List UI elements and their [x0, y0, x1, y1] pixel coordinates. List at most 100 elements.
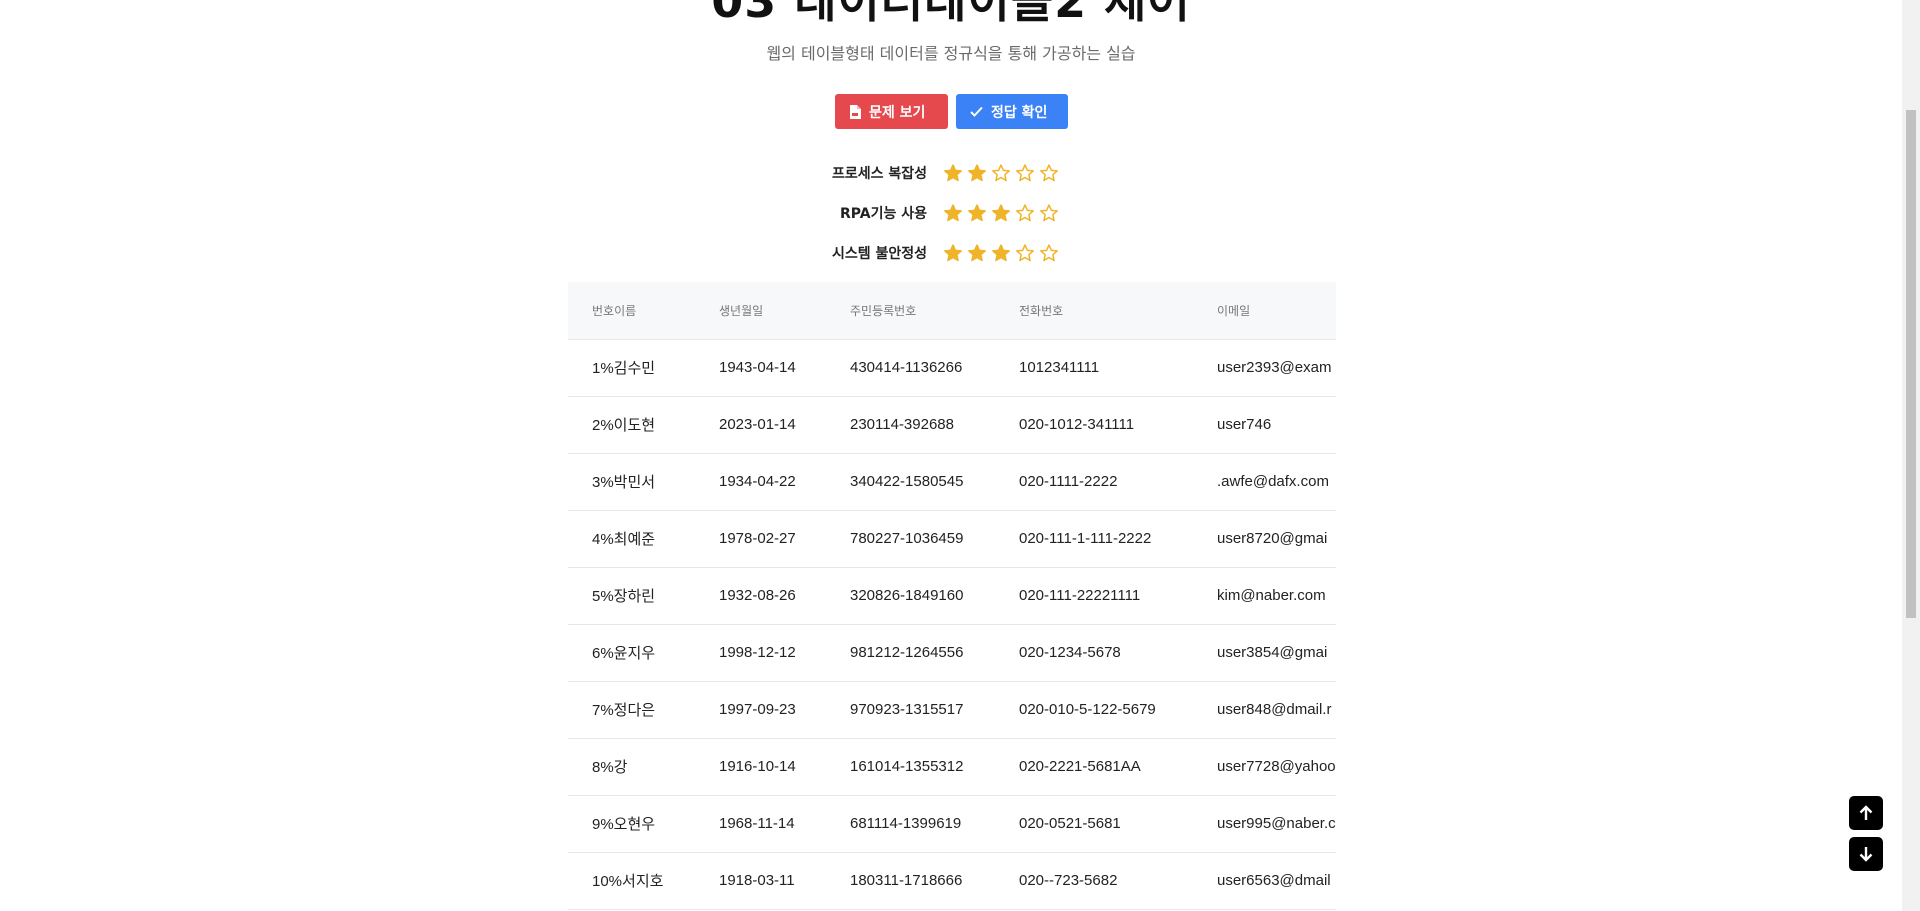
star-filled-icon [968, 204, 986, 222]
table-row: 10%서지호 1918-03-11 180311-1718666 020--723-5… [568, 852, 1336, 910]
table-cell: 1918-03-11 [695, 852, 826, 910]
table-cell: 1%김수민 [568, 339, 695, 397]
star-filled-icon [992, 244, 1010, 262]
table-cell: 180311-1718666 [826, 852, 995, 910]
star-filled-icon [944, 244, 962, 262]
table-row: 9%오현우 1968-11-14 681114-1399619 020-0521-56… [568, 795, 1336, 853]
table-cell: 8%강 [568, 738, 695, 796]
table-cell: 1943-04-14 [695, 339, 826, 397]
file-pdf-icon [850, 104, 861, 119]
table-cell: 161014-1355312 [826, 738, 995, 796]
table-cell: 7%정다은 [568, 681, 695, 739]
table-row: 6%윤지우 1998-12-12 981212-1264556 020-1234-56… [568, 624, 1336, 682]
star-rating [943, 243, 1059, 263]
star-rating [943, 163, 1059, 183]
problem-button-label: 문제 보기 [869, 104, 926, 121]
table-cell: 3%박민서 [568, 453, 695, 511]
star-empty-icon [1016, 204, 1034, 222]
table-cell: 1997-09-23 [695, 681, 826, 739]
rating-row: 시스템 불안정성 [780, 233, 1080, 273]
column-header: 생년월일 [695, 282, 826, 340]
star-filled-icon [968, 244, 986, 262]
table-cell: user7728@yahoo [1193, 738, 1336, 796]
star-filled-icon [992, 204, 1010, 222]
answer-button[interactable]: 정답 확인 [956, 94, 1068, 129]
star-filled-icon [968, 164, 986, 182]
star-filled-icon [944, 164, 962, 182]
table-cell: 2023-01-14 [695, 396, 826, 454]
star-rating [943, 203, 1059, 223]
table-row: 4%최예준 1978-02-27 780227-1036459 020-111-1-1… [568, 510, 1336, 568]
rating-label: 시스템 불안정성 [831, 246, 927, 262]
vertical-scrollbar[interactable] [1902, 0, 1920, 911]
data-table: 번호이름 생년월일 주민등록번호 전화번호 이메일 1%김수민 1943-04-1… [568, 282, 1336, 910]
scroll-to-bottom-button[interactable] [1849, 837, 1883, 871]
table-cell: 10%서지호 [568, 852, 695, 910]
table-cell: 020-1111-2222 [995, 453, 1193, 511]
table-cell: 230114-392688 [826, 396, 995, 454]
table-cell: 1916-10-14 [695, 738, 826, 796]
table-cell: 9%오현우 [568, 795, 695, 853]
table-cell: user995@naber.c [1193, 795, 1336, 853]
table-cell: 1932-08-26 [695, 567, 826, 625]
table-cell: 340422-1580545 [826, 453, 995, 511]
star-empty-icon [1016, 244, 1034, 262]
star-filled-icon [944, 204, 962, 222]
table-row: 5%장하린 1932-08-26 320826-1849160 020-111-222… [568, 567, 1336, 625]
column-header: 전화번호 [995, 282, 1193, 340]
table-cell: 1012341111 [995, 339, 1193, 397]
table-cell: 020-1234-5678 [995, 624, 1193, 682]
arrow-up-icon [1859, 805, 1873, 820]
rating-label: RPA기능 사용 [840, 206, 927, 222]
table-cell: 6%윤지우 [568, 624, 695, 682]
scroll-to-top-button[interactable] [1849, 796, 1883, 830]
star-empty-icon [1040, 204, 1058, 222]
table-cell: 020--723-5682 [995, 852, 1193, 910]
column-header: 이메일 [1193, 282, 1336, 340]
table-cell: user746 [1193, 396, 1336, 454]
rating-label: 프로세스 복잡성 [831, 166, 927, 182]
table-cell: user2393@exam [1193, 339, 1336, 397]
table-cell: user6563@dmail [1193, 852, 1336, 910]
star-empty-icon [1040, 244, 1058, 262]
table-row: 2%이도현 2023-01-14 230114-392688 020-1012-341… [568, 396, 1336, 454]
table-cell: 320826-1849160 [826, 567, 995, 625]
table-header-row: 번호이름 생년월일 주민등록번호 전화번호 이메일 [568, 282, 1336, 340]
table-cell: 4%최예준 [568, 510, 695, 568]
check-icon [970, 106, 983, 117]
page-title: 03 데이터테이블2 제어 [711, 0, 1191, 28]
difficulty-ratings: 프로세스 복잡성 RPA기능 사용 시스템 불안정성 [780, 153, 1080, 273]
table-cell: 5%장하린 [568, 567, 695, 625]
rating-row: 프로세스 복잡성 [780, 153, 1080, 193]
star-empty-icon [992, 164, 1010, 182]
table-cell: 020-111-1-111-2222 [995, 510, 1193, 568]
table-cell: 681114-1399619 [826, 795, 995, 853]
table-cell: 020-1012-341111 [995, 396, 1193, 454]
table-row: 8%강 1916-10-14 161014-1355312 020-2221-5681… [568, 738, 1336, 796]
star-empty-icon [1040, 164, 1058, 182]
star-empty-icon [1016, 164, 1034, 182]
column-header: 주민등록번호 [826, 282, 995, 340]
answer-button-label: 정답 확인 [991, 104, 1048, 121]
table-row: 7%정다은 1997-09-23 970923-1315517 020-010-5-1… [568, 681, 1336, 739]
table-cell: .awfe@dafx.com [1193, 453, 1336, 511]
table-cell: 020-2221-5681AA [995, 738, 1193, 796]
table-cell: 780227-1036459 [826, 510, 995, 568]
table-cell: 1998-12-12 [695, 624, 826, 682]
table-row: 1%김수민 1943-04-14 430414-1136266 1012341111 u… [568, 339, 1336, 397]
table-row: 3%박민서 1934-04-22 340422-1580545 020-1111-22… [568, 453, 1336, 511]
page-subtitle: 웹의 테이블형태 데이터를 정규식을 통해 가공하는 실습 [766, 44, 1136, 63]
table-cell: user848@dmail.r [1193, 681, 1336, 739]
data-table-container: 번호이름 생년월일 주민등록번호 전화번호 이메일 1%김수민 1943-04-1… [568, 282, 1336, 911]
table-cell: user8720@gmai [1193, 510, 1336, 568]
table-cell: 020-010-5-122-5679 [995, 681, 1193, 739]
action-buttons: 문제 보기 정답 확인 [835, 94, 1068, 129]
rating-row: RPA기능 사용 [780, 193, 1080, 233]
table-cell: user3854@gmai [1193, 624, 1336, 682]
table-cell: 1934-04-22 [695, 453, 826, 511]
table-cell: 020-111-22221111 [995, 567, 1193, 625]
arrow-down-icon [1859, 847, 1873, 862]
table-body: 1%김수민 1943-04-14 430414-1136266 1012341111 u… [568, 339, 1336, 910]
problem-button[interactable]: 문제 보기 [835, 94, 948, 129]
scrollbar-thumb[interactable] [1906, 110, 1916, 618]
